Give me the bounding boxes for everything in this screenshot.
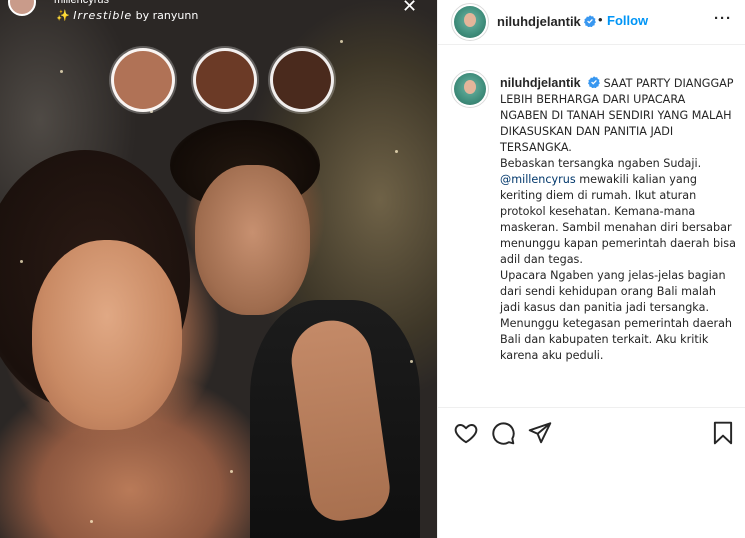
story-avatar[interactable] bbox=[8, 0, 36, 16]
post-header: niluhdjelantik • Follow ··· bbox=[438, 0, 745, 45]
sparkle bbox=[60, 70, 63, 73]
mention-link[interactable]: @millencyrus bbox=[500, 173, 576, 186]
filter-color-swatch bbox=[111, 48, 175, 112]
caption-paragraph-text: mewakili kalian yang keriting diem di ru… bbox=[500, 173, 736, 266]
comment-icon[interactable] bbox=[490, 420, 516, 446]
filter-author: by ranyunn bbox=[135, 9, 199, 22]
more-options-icon[interactable]: ··· bbox=[714, 10, 732, 27]
heart-icon[interactable] bbox=[453, 420, 479, 446]
sparkles-icon: ✨ bbox=[56, 9, 70, 22]
caption-paragraph: Bebaskan tersangka ngaben Sudaji. bbox=[500, 157, 702, 170]
man-face bbox=[195, 165, 310, 315]
filter-color-swatch bbox=[270, 48, 334, 112]
caption-text: niluhdjelantik SAAT PARTY DIANGGAP LEBIH … bbox=[500, 75, 736, 364]
sparkle bbox=[340, 40, 343, 43]
verified-badge-icon bbox=[583, 15, 596, 27]
story-filter-credit[interactable]: ✨ Irrestible by ranyunn bbox=[56, 9, 198, 22]
bookmark-icon[interactable] bbox=[710, 420, 736, 446]
sparkle bbox=[20, 260, 23, 263]
caption-paragraph: Upacara Ngaben yang jelas-jelas bagian d… bbox=[500, 269, 726, 314]
close-icon[interactable]: ✕ bbox=[402, 0, 417, 17]
caption-username[interactable]: niluhdjelantik bbox=[500, 76, 581, 90]
header-username-group: niluhdjelantik bbox=[497, 13, 596, 31]
sparkle bbox=[90, 520, 93, 523]
filter-name: Irrestible bbox=[73, 9, 133, 22]
action-bar bbox=[438, 407, 745, 457]
caption-paragraph: Menunggu ketegasan pemerintah daerah Bal… bbox=[500, 317, 733, 362]
story-username[interactable]: millencyrus bbox=[54, 0, 109, 6]
caption-section: niluhdjelantik SAAT PARTY DIANGGAP LEBIH … bbox=[438, 45, 745, 407]
filter-color-swatch bbox=[193, 48, 257, 112]
sparkle bbox=[410, 360, 413, 363]
post-side-panel: niluhdjelantik • Follow ··· niluhdjelant… bbox=[437, 0, 745, 538]
follow-button[interactable]: Follow bbox=[607, 13, 648, 28]
sparkle bbox=[395, 150, 398, 153]
header-username[interactable]: niluhdjelantik bbox=[497, 14, 581, 29]
header-separator: • bbox=[598, 12, 603, 27]
avatar[interactable] bbox=[451, 3, 489, 41]
caption-paragraph: @millencyrus mewakili kalian yang keriti… bbox=[500, 172, 736, 268]
woman-face bbox=[32, 240, 182, 430]
avatar[interactable] bbox=[451, 70, 489, 108]
caption-lead-paragraph: niluhdjelantik SAAT PARTY DIANGGAP LEBIH … bbox=[500, 75, 736, 156]
verified-badge-icon bbox=[587, 76, 600, 88]
paper-plane-icon[interactable] bbox=[527, 420, 553, 446]
post-photo[interactable]: millencyrus ✨ Irrestible by ranyunn ✕ bbox=[0, 0, 437, 538]
story-header: millencyrus ✨ Irrestible by ranyunn ✕ bbox=[0, 0, 437, 26]
sparkle bbox=[230, 470, 233, 473]
